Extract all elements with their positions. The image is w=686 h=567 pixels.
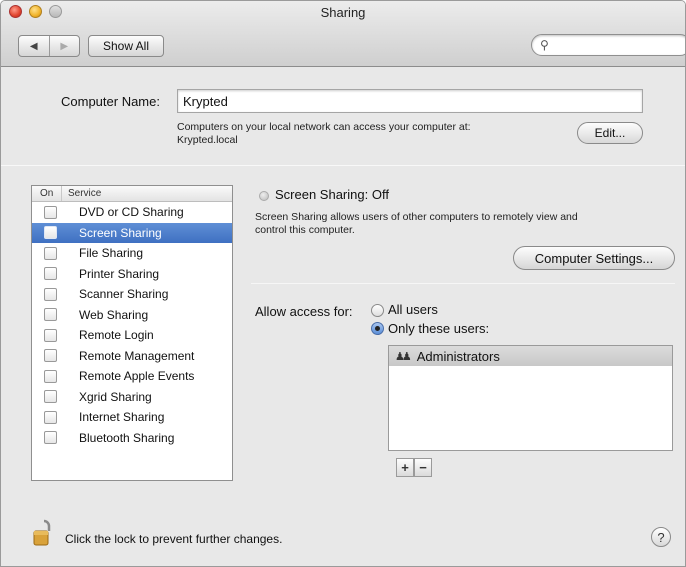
- service-row[interactable]: Web Sharing: [32, 305, 232, 326]
- service-row[interactable]: Remote Management: [32, 346, 232, 367]
- computer-settings-button[interactable]: Computer Settings...: [513, 246, 675, 270]
- service-row[interactable]: Internet Sharing: [32, 407, 232, 428]
- back-forward-control: ◀ ▶: [18, 35, 80, 57]
- service-description-line: control this computer.: [255, 224, 355, 236]
- title-bar: Sharing ◀ ▶ Show All ⚲: [1, 1, 685, 67]
- computer-name-field[interactable]: Krypted: [177, 89, 643, 113]
- group-icon: ♟♟: [395, 350, 412, 363]
- service-label: Remote Apple Events: [79, 369, 195, 384]
- user-group-name: Administrators: [416, 348, 500, 364]
- services-list-header: On Service: [32, 186, 232, 202]
- service-row[interactable]: Scanner Sharing: [32, 284, 232, 305]
- service-label: Remote Login: [79, 328, 154, 343]
- service-label: DVD or CD Sharing: [79, 205, 184, 220]
- services-rows: DVD or CD Sharing Screen Sharing File Shar…: [32, 202, 232, 448]
- service-label: Scanner Sharing: [79, 287, 169, 302]
- only-these-users-radio[interactable]: [371, 322, 384, 335]
- help-button[interactable]: ?: [651, 527, 671, 547]
- services-list[interactable]: On Service DVD or CD Sharing Screen Shari…: [31, 185, 233, 481]
- column-header-service[interactable]: Service: [62, 186, 101, 201]
- service-checkbox[interactable]: [44, 369, 57, 383]
- back-arrow-icon[interactable]: ◀: [19, 36, 49, 56]
- service-label: Internet Sharing: [79, 410, 165, 425]
- only-these-users-label[interactable]: Only these users:: [388, 321, 489, 336]
- computer-name-label: Computer Name:: [61, 94, 160, 109]
- window-title: Sharing: [320, 5, 366, 20]
- lock-message: Click the lock to prevent further change…: [65, 532, 283, 546]
- service-row[interactable]: Screen Sharing: [32, 222, 232, 243]
- service-description-line: Screen Sharing allows users of other com…: [255, 211, 578, 223]
- allowed-users-list[interactable]: ♟♟ Administrators: [388, 345, 673, 451]
- add-user-button[interactable]: +: [396, 458, 414, 477]
- edit-button[interactable]: Edit...: [577, 122, 643, 144]
- service-label: Xgrid Sharing: [79, 389, 152, 404]
- service-row[interactable]: Bluetooth Sharing: [32, 428, 232, 449]
- lock-icon[interactable]: [33, 518, 55, 548]
- service-label: File Sharing: [79, 246, 144, 261]
- service-label: Screen Sharing: [79, 225, 162, 240]
- list-item[interactable]: ♟♟ Administrators: [389, 346, 672, 366]
- service-label: Remote Management: [79, 348, 195, 363]
- computer-address-description: Computers on your local network can acce…: [177, 121, 557, 147]
- service-checkbox[interactable]: [44, 308, 57, 322]
- service-label: Bluetooth Sharing: [79, 430, 175, 445]
- service-label: Web Sharing: [79, 307, 149, 322]
- search-input[interactable]: ⚲: [531, 34, 685, 56]
- divider: [1, 165, 685, 166]
- service-description: Screen Sharing allows users of other com…: [255, 211, 655, 237]
- service-checkbox[interactable]: [44, 226, 57, 240]
- service-label: Printer Sharing: [79, 266, 160, 281]
- show-all-button[interactable]: Show All: [88, 35, 164, 57]
- service-row[interactable]: Remote Login: [32, 325, 232, 346]
- local-hostname: Krypted.local: [177, 134, 238, 146]
- service-checkbox[interactable]: [44, 287, 57, 301]
- column-header-on[interactable]: On: [32, 186, 62, 201]
- service-checkbox[interactable]: [44, 349, 57, 363]
- forward-arrow-icon[interactable]: ▶: [48, 36, 80, 56]
- service-checkbox[interactable]: [44, 328, 57, 342]
- status-indicator-icon: [259, 191, 269, 201]
- service-checkbox[interactable]: [44, 410, 57, 424]
- allow-access-label: Allow access for:: [255, 304, 353, 319]
- sharing-window: Sharing ◀ ▶ Show All ⚲ Computer Name: Kr…: [0, 0, 686, 567]
- address-description-text: Computers on your local network can acce…: [177, 121, 471, 133]
- service-row[interactable]: Remote Apple Events: [32, 366, 232, 387]
- all-users-label[interactable]: All users: [388, 302, 438, 317]
- service-checkbox[interactable]: [44, 390, 57, 404]
- service-checkbox[interactable]: [44, 431, 57, 445]
- service-row[interactable]: File Sharing: [32, 243, 232, 264]
- all-users-radio[interactable]: [371, 304, 384, 317]
- magnifier-icon: ⚲: [540, 38, 549, 52]
- service-status-title: Screen Sharing: Off: [275, 187, 389, 202]
- service-row[interactable]: Xgrid Sharing: [32, 387, 232, 408]
- service-checkbox[interactable]: [44, 267, 57, 281]
- divider: [251, 283, 675, 284]
- remove-user-button[interactable]: −: [414, 458, 432, 477]
- service-row[interactable]: DVD or CD Sharing: [32, 202, 232, 223]
- service-row[interactable]: Printer Sharing: [32, 264, 232, 285]
- service-checkbox[interactable]: [44, 205, 57, 219]
- service-checkbox[interactable]: [44, 246, 57, 260]
